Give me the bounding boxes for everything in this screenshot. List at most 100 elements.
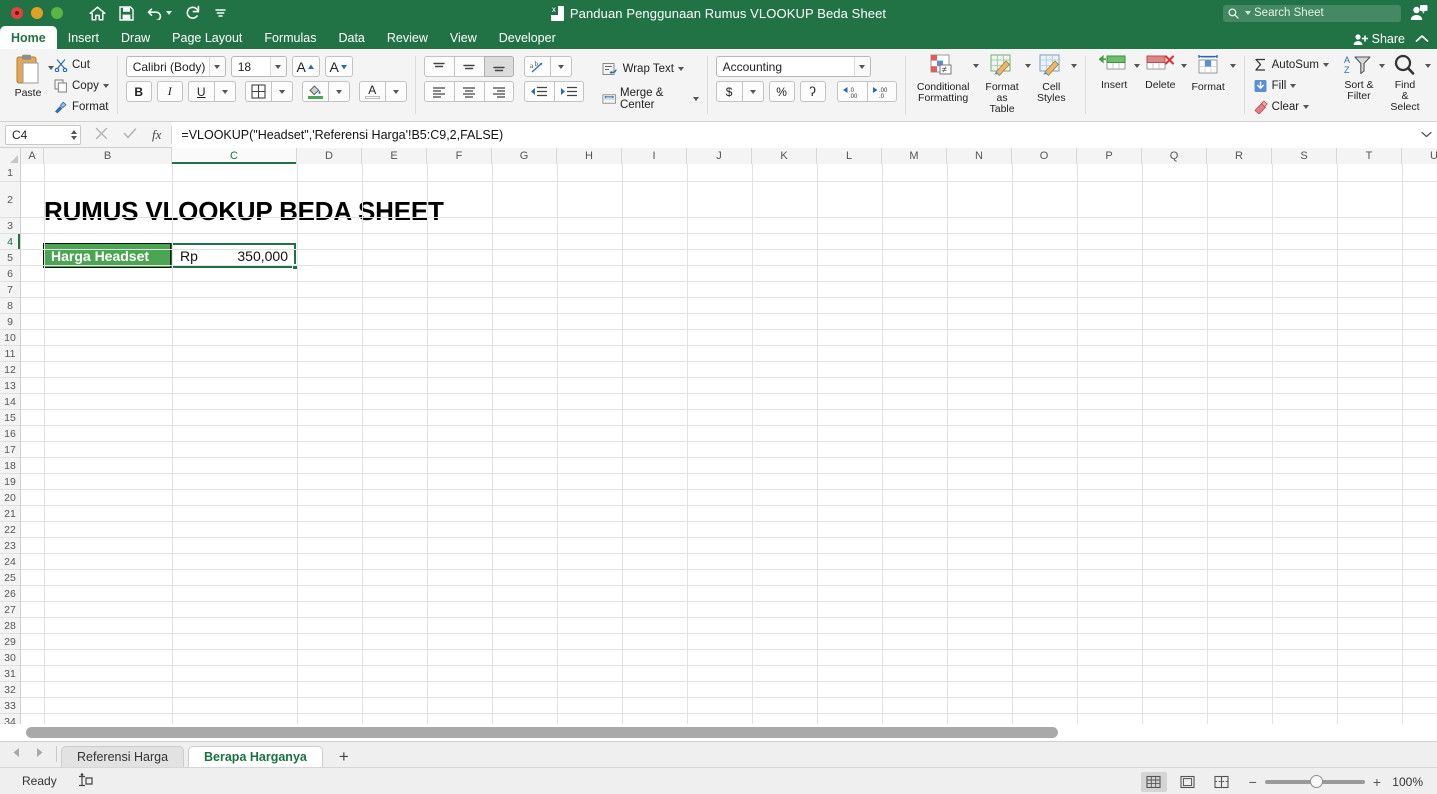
find-select-button[interactable]: Find & Select [1385,52,1425,115]
cancel-icon[interactable] [95,127,108,143]
tab-review[interactable]: Review [376,26,439,49]
tab-draw[interactable]: Draw [110,26,161,49]
borders-dropdown[interactable] [270,81,293,102]
row-header-5[interactable]: 5 [0,250,20,266]
paste-button[interactable]: Paste [8,52,48,101]
column-header-I[interactable]: I [622,148,687,164]
redo-icon[interactable] [185,5,201,21]
zoom-slider-knob[interactable] [1309,774,1323,788]
row-header-31[interactable]: 31 [0,666,20,682]
zoom-in-button[interactable]: + [1373,774,1381,790]
column-header-H[interactable]: H [557,148,622,164]
italic-button[interactable]: I [156,81,183,102]
cell-styles-caret[interactable] [1071,64,1078,68]
next-sheet-icon[interactable] [35,747,44,761]
autosum-button[interactable]: AutoSum [1253,54,1329,75]
font-family-combo[interactable]: Calibri (Body) [125,56,226,77]
font-color-dropdown[interactable] [384,81,407,102]
wrap-text-button[interactable]: Wrap Text [602,58,684,80]
row-header-1[interactable]: 1 [0,164,20,182]
sort-filter-button[interactable]: AZ Sort & Filter [1339,52,1379,104]
zoom-out-button[interactable]: − [1249,774,1257,790]
format-caret[interactable] [1229,64,1236,68]
decrease-indent-icon[interactable] [523,81,554,102]
conditional-formatting-button[interactable]: ≠ Conditional Formatting [913,52,972,106]
column-header-J[interactable]: J [687,148,752,164]
row-header-25[interactable]: 25 [0,570,20,586]
merge-center-dropdown-caret[interactable] [692,97,699,101]
minimize-window-button[interactable] [31,7,43,19]
borders-icon[interactable] [244,81,271,102]
row-header-29[interactable]: 29 [0,634,20,650]
align-center-button[interactable] [453,81,484,102]
zoom-level[interactable]: 100% [1389,775,1423,789]
fill-caret[interactable] [1290,83,1297,88]
page-break-view-button[interactable] [1209,772,1235,792]
clear-button[interactable]: Clear [1253,97,1329,118]
column-header-R[interactable]: R [1207,148,1272,164]
format-painter-button[interactable]: Format [54,97,109,118]
row-header-19[interactable]: 19 [0,474,20,490]
column-header-T[interactable]: T [1337,148,1402,164]
find-select-caret[interactable] [1424,64,1431,68]
row-header-26[interactable]: 26 [0,586,20,602]
font-color-icon[interactable]: A [358,81,385,102]
column-header-N[interactable]: N [947,148,1012,164]
undo-dropdown-caret[interactable] [166,11,172,15]
name-box[interactable]: C4 [5,124,81,145]
decrease-font-size-button[interactable]: A [324,56,353,77]
row-header-33[interactable]: 33 [0,698,20,714]
cut-button[interactable]: Cut [54,54,109,75]
font-size-combo[interactable]: 18 [230,56,287,77]
align-left-button[interactable] [423,81,454,102]
column-header-O[interactable]: O [1012,148,1077,164]
fill-button[interactable]: Fill [1253,75,1329,96]
tab-view[interactable]: View [439,26,488,49]
align-middle-button[interactable] [453,56,484,77]
insert-cells-button[interactable]: Insert [1094,52,1134,93]
share-button[interactable]: Share [1353,32,1405,46]
row-header-17[interactable]: 17 [0,442,20,458]
tab-data[interactable]: Data [327,26,375,49]
row-header-18[interactable]: 18 [0,458,20,474]
row-header-24[interactable]: 24 [0,554,20,570]
zoom-slider[interactable] [1264,774,1365,788]
increase-font-size-button[interactable]: A [291,56,320,77]
percent-format-button[interactable]: % [768,81,795,102]
column-header-Q[interactable]: Q [1142,148,1207,164]
column-header-F[interactable]: F [427,148,492,164]
row-header-9[interactable]: 9 [0,314,20,330]
column-header-E[interactable]: E [362,148,427,164]
select-all-corner[interactable] [0,148,21,164]
row-header-15[interactable]: 15 [0,410,20,426]
comma-format-button[interactable]: ʔ [799,81,826,102]
increase-indent-icon[interactable] [553,81,584,102]
autosum-caret[interactable] [1322,62,1329,67]
clear-caret[interactable] [1303,105,1310,110]
column-header-P[interactable]: P [1077,148,1142,164]
row-header-22[interactable]: 22 [0,522,20,538]
confirm-icon[interactable] [123,127,137,143]
column-header-S[interactable]: S [1272,148,1337,164]
normal-view-button[interactable] [1140,771,1167,792]
copy-dropdown-caret[interactable] [102,83,109,88]
row-header-27[interactable]: 27 [0,602,20,618]
copy-button[interactable]: Copy [54,75,109,96]
collapse-ribbon-icon[interactable] [1415,33,1429,45]
expand-formula-bar-icon[interactable] [1415,121,1437,148]
row-header-7[interactable]: 7 [0,282,20,298]
close-window-button[interactable] [11,7,23,19]
column-header-A[interactable]: A [21,148,44,164]
currency-dropdown[interactable] [741,81,764,102]
row-header-34[interactable]: 34 [0,714,20,724]
column-header-M[interactable]: M [882,148,947,164]
underline-dropdown[interactable] [213,81,236,102]
horizontal-scrollbar-thumb[interactable] [26,727,1058,738]
search-input[interactable]: Search Sheet [1223,4,1401,22]
number-format-combo[interactable]: Accounting [715,56,871,77]
cell-B2[interactable]: RUMUS VLOOKUP BEDA SHEET [44,189,444,233]
underline-button[interactable]: U [187,81,214,102]
orientation-dropdown[interactable] [549,56,572,77]
fill-color-dropdown[interactable] [327,81,350,102]
tab-developer[interactable]: Developer [488,26,567,49]
